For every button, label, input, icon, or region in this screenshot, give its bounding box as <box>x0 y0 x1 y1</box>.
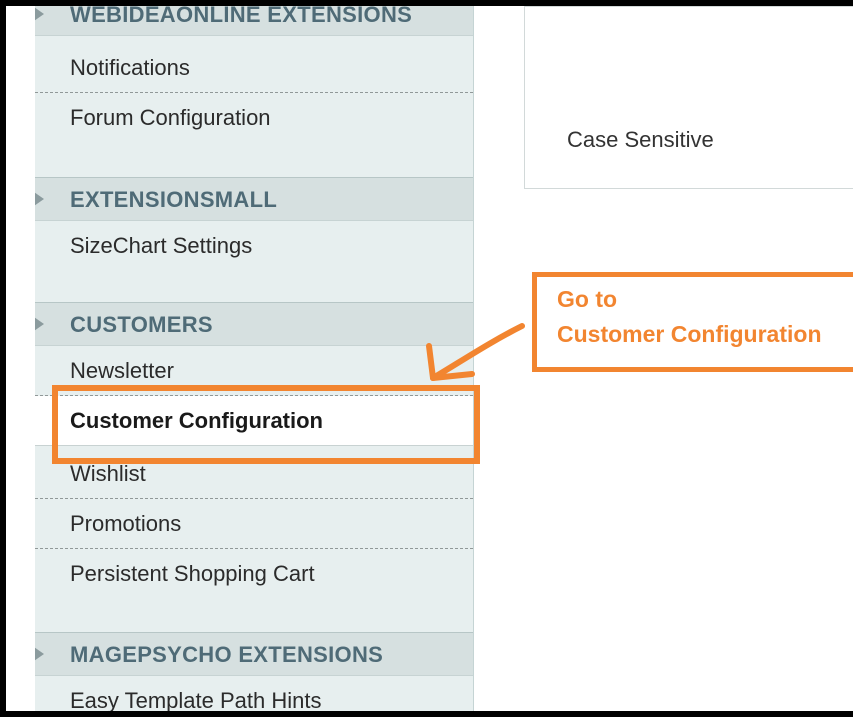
annotation-line-2: Customer Configuration <box>557 321 822 347</box>
section-title: CUSTOMERS <box>70 312 213 337</box>
sidebar-item-label: SizeChart Settings <box>70 233 253 258</box>
section-title: MAGEPSYCHO EXTENSIONS <box>70 642 384 667</box>
sidebar-item-persistent-shopping-cart[interactable]: Persistent Shopping Cart <box>35 549 473 599</box>
sidebar-item-label: Notifications <box>70 55 190 80</box>
case-sensitive-label: Case Sensitive <box>567 127 714 152</box>
sidebar-item-label: Newsletter <box>70 358 174 383</box>
sidebar-item-notifications[interactable]: Notifications <box>35 43 473 93</box>
expand-arrow-icon <box>35 192 44 206</box>
section-header-webideaonline[interactable]: WEBIDEAONLINE EXTENSIONS <box>35 6 473 36</box>
sidebar-item-sizechart-settings[interactable]: SizeChart Settings <box>35 221 473 271</box>
sidebar-item-label: Promotions <box>70 511 182 536</box>
sidebar-item-label: Persistent Shopping Cart <box>70 561 315 586</box>
sidebar-item-forum-configuration[interactable]: Forum Configuration <box>35 93 473 143</box>
section-header-extensionsmall[interactable]: EXTENSIONSMALL <box>35 177 473 221</box>
screenshot-frame-inner <box>6 6 35 711</box>
expand-arrow-icon <box>35 317 44 331</box>
annotation-callout-box: Go to Customer Configuration <box>532 272 853 372</box>
expand-arrow-icon <box>35 647 44 661</box>
config-content-panel: Case Sensitive <box>524 6 853 189</box>
section-title: WEBIDEAONLINE EXTENSIONS <box>70 6 413 27</box>
sidebar-item-promotions[interactable]: Promotions <box>35 499 473 549</box>
sidebar-item-label: Easy Template Path Hints <box>70 688 322 711</box>
sidebar-item-label: Wishlist <box>70 461 146 486</box>
section-header-customers[interactable]: CUSTOMERS <box>35 302 473 346</box>
section-title: EXTENSIONSMALL <box>70 187 278 212</box>
sidebar-item-easy-template-path-hints[interactable]: Easy Template Path Hints <box>35 676 473 711</box>
sidebar-item-label: Forum Configuration <box>70 105 271 130</box>
annotation-highlight-box <box>52 385 480 464</box>
config-sidebar: WEBIDEAONLINE EXTENSIONS Notifications F… <box>35 6 474 711</box>
section-header-magepsycho[interactable]: MAGEPSYCHO EXTENSIONS <box>35 632 473 676</box>
expand-arrow-icon <box>35 7 44 21</box>
annotation-line-1: Go to <box>557 286 618 312</box>
screenshot-frame-bottom <box>0 711 853 717</box>
